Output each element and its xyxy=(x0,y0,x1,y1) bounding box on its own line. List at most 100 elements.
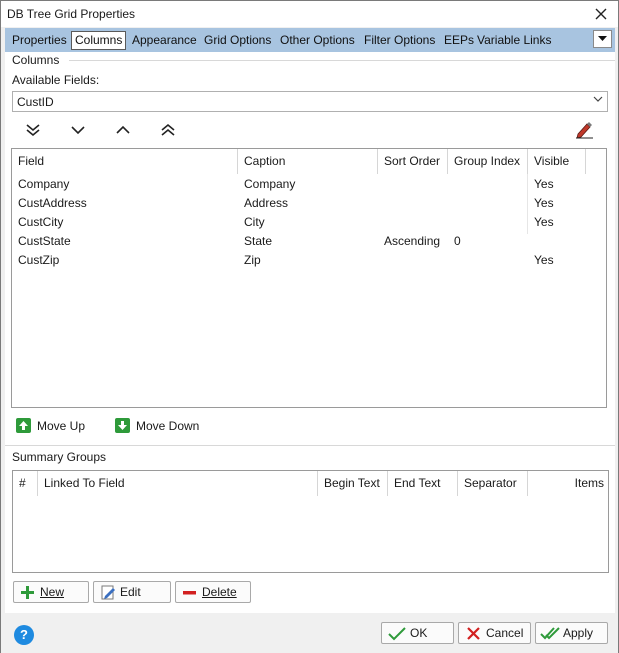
minus-icon xyxy=(183,591,196,595)
cell-visible xyxy=(528,232,534,251)
arrow-down-icon xyxy=(115,418,130,433)
cell-caption: Company xyxy=(244,177,296,191)
column-header-sort-order[interactable]: Sort Order xyxy=(378,149,448,174)
table-row[interactable]: Company Company Yes xyxy=(12,175,606,194)
ok-button[interactable]: OK xyxy=(381,622,454,644)
cell-visible: Yes xyxy=(534,253,554,267)
delete-button[interactable]: Delete xyxy=(175,581,251,603)
edit-label: Edit xyxy=(120,585,141,599)
cell-group-index xyxy=(448,175,454,194)
table-row[interactable]: CustState State Ascending 0 xyxy=(12,232,606,251)
dialog-window: DB Tree Grid Properties Properties Colum… xyxy=(0,0,619,653)
column-header-number[interactable]: # xyxy=(13,471,38,496)
ok-label: OK xyxy=(410,626,428,640)
cell-field: CustZip xyxy=(18,253,60,267)
cancel-label: Cancel xyxy=(486,626,524,640)
window-title: DB Tree Grid Properties xyxy=(7,7,136,21)
tab-appearance[interactable]: Appearance xyxy=(129,31,200,50)
tab-other-options[interactable]: Other Options xyxy=(277,31,358,50)
edit-button[interactable]: Edit xyxy=(93,581,171,603)
tab-overflow-dropdown[interactable] xyxy=(593,30,612,48)
cell-field: CustState xyxy=(18,234,71,248)
tab-filter-options[interactable]: Filter Options xyxy=(361,31,438,50)
columns-tab-panel: Columns Available Fields: CustID Field C… xyxy=(5,52,615,613)
table-row[interactable]: CustZip Zip Yes xyxy=(12,251,606,270)
table-row[interactable]: CustAddress Address Yes xyxy=(12,194,606,213)
tab-properties[interactable]: Properties xyxy=(9,31,70,50)
column-header-linked-to-field[interactable]: Linked To Field xyxy=(38,471,318,496)
apply-button[interactable]: Apply xyxy=(535,622,608,644)
column-header-caption[interactable]: Caption xyxy=(238,149,378,174)
tab-eeps[interactable]: EEPs xyxy=(441,31,477,50)
move-up-label: Move Up xyxy=(37,419,86,433)
double-chevron-down-icon xyxy=(26,124,40,137)
summary-groups-label: Summary Groups xyxy=(12,450,107,464)
cell-sort-order xyxy=(378,213,384,232)
column-header-items[interactable]: Items xyxy=(528,471,608,496)
chevron-down-icon xyxy=(598,36,607,41)
move-up-arrow-button[interactable] xyxy=(112,121,134,141)
pencil-icon xyxy=(576,122,593,139)
cell-sort-order xyxy=(378,194,384,213)
divider xyxy=(69,60,615,61)
move-up-button[interactable]: Move Up xyxy=(16,416,85,436)
move-to-top-button[interactable] xyxy=(157,121,179,141)
available-fields-value: CustID xyxy=(17,95,54,109)
table-row[interactable]: CustCity City Yes xyxy=(12,213,606,232)
cell-caption: State xyxy=(244,234,273,248)
cell-visible: Yes xyxy=(534,177,554,191)
cell-sort-order xyxy=(378,175,384,194)
plus-icon xyxy=(21,586,34,599)
available-fields-label: Available Fields: xyxy=(12,73,100,87)
cell-visible: Yes xyxy=(534,215,554,229)
delete-label: Delete xyxy=(202,585,237,599)
double-chevron-up-icon xyxy=(161,123,175,136)
column-header-begin-text[interactable]: Begin Text xyxy=(318,471,388,496)
cell-sort-order: Ascending xyxy=(384,234,441,248)
cell-group-index xyxy=(448,213,454,232)
cell-visible: Yes xyxy=(534,196,554,210)
move-down-button[interactable]: Move Down xyxy=(115,416,199,436)
summary-groups-grid[interactable]: # Linked To Field Begin Text End Text Se… xyxy=(12,470,609,573)
cell-group-index xyxy=(448,194,454,213)
columns-group-label: Columns xyxy=(12,53,60,67)
edit-column-button[interactable] xyxy=(574,121,596,141)
available-fields-select[interactable]: CustID xyxy=(12,91,608,112)
checkmark-icon xyxy=(388,627,406,641)
arrow-up-icon xyxy=(16,418,31,433)
column-header-group-index[interactable]: Group Index xyxy=(448,149,528,174)
tab-bar: Properties Columns Appearance Grid Optio… xyxy=(5,28,615,52)
divider xyxy=(5,445,615,446)
tab-columns[interactable]: Columns xyxy=(71,31,127,50)
summary-grid-header: # Linked To Field Begin Text End Text Se… xyxy=(13,471,608,496)
x-icon xyxy=(467,627,480,640)
column-header-end-text[interactable]: End Text xyxy=(388,471,458,496)
tab-variable-links[interactable]: Variable Links xyxy=(474,31,554,50)
cell-field: CustCity xyxy=(18,215,64,229)
columns-grid[interactable]: Field Caption Sort Order Group Index Vis… xyxy=(11,148,607,408)
column-header-visible[interactable]: Visible xyxy=(528,149,586,174)
cancel-button[interactable]: Cancel xyxy=(458,622,531,644)
columns-grid-header: Field Caption Sort Order Group Index Vis… xyxy=(12,149,606,174)
move-down-label: Move Down xyxy=(136,419,200,433)
chevron-up-icon xyxy=(116,125,130,134)
title-bar: DB Tree Grid Properties xyxy=(1,1,618,27)
column-header-field[interactable]: Field xyxy=(12,149,238,174)
column-header-separator[interactable]: Separator xyxy=(458,471,528,496)
new-button[interactable]: New xyxy=(13,581,89,603)
tab-grid-options[interactable]: Grid Options xyxy=(201,31,274,50)
cell-field: CustAddress xyxy=(18,196,87,210)
move-to-bottom-button[interactable] xyxy=(22,121,44,141)
chevron-down-icon xyxy=(593,95,603,106)
cell-caption: Address xyxy=(244,196,289,210)
apply-label: Apply xyxy=(563,626,594,640)
cell-group-index: 0 xyxy=(454,234,461,248)
cell-group-index xyxy=(448,251,454,270)
cell-caption: Zip xyxy=(244,253,261,267)
help-icon[interactable]: ? xyxy=(14,625,34,645)
new-label: New xyxy=(40,585,65,599)
move-down-arrow-button[interactable] xyxy=(67,121,89,141)
close-button[interactable] xyxy=(590,4,612,24)
chevron-down-icon xyxy=(71,126,85,135)
cell-caption: City xyxy=(244,215,265,229)
